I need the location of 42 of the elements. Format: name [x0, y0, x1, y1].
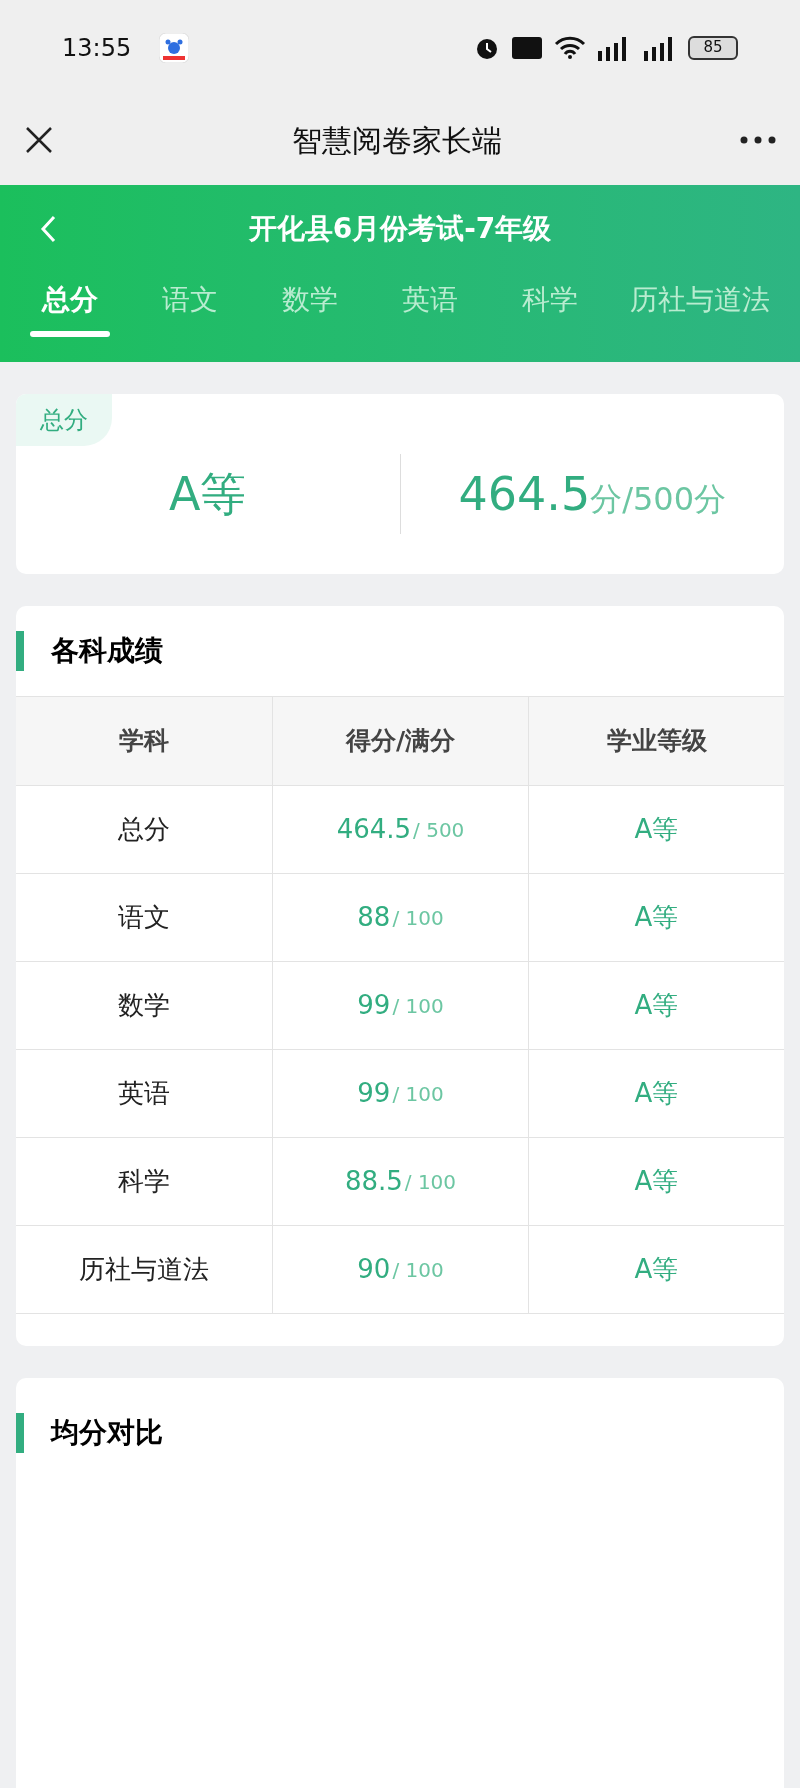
section-title: 均分对比 [51, 1415, 163, 1451]
table-cell: 99/ 100 [272, 1050, 528, 1137]
table-cell: A等 [528, 1138, 784, 1225]
column-header: 学业等级 [528, 697, 784, 785]
close-icon[interactable] [24, 125, 54, 155]
subject-tab[interactable]: 语文 [150, 279, 230, 337]
app-title: 智慧阅卷家长端 [292, 121, 502, 160]
table-cell-text: 英语 [117, 1077, 171, 1110]
table-cell: 90/ 100 [272, 1226, 528, 1313]
section-title: 各科成绩 [51, 633, 163, 669]
app-paw-icon [159, 32, 190, 63]
column-header: 学科 [118, 725, 170, 758]
table-cell: A等 [528, 874, 784, 961]
subject-tab[interactable]: 数学 [270, 279, 350, 337]
table-cell: 88/ 100 [272, 874, 528, 961]
column-header: 得分/满分 [272, 697, 528, 785]
table-cell: A等 [528, 962, 784, 1049]
total-score: 464.5分/500分 [458, 465, 727, 523]
table-cell: A等 [528, 1226, 784, 1313]
table-cell: A等 [528, 786, 784, 873]
table-cell-text: 数学 [117, 989, 171, 1022]
table-cell-text: 总分 [117, 813, 171, 846]
subject-tab[interactable]: 总分 [30, 279, 110, 337]
total-score-tag: 总分 [16, 394, 112, 446]
clock-time: 13:55 [62, 32, 132, 64]
accent-bar [16, 1413, 24, 1453]
accent-bar [16, 631, 24, 671]
subject-tab[interactable]: 历社与道法 [630, 279, 770, 337]
table-cell-text: 语文 [117, 901, 171, 934]
table-cell: 99/ 100 [272, 962, 528, 1049]
battery-indicator: 85 [688, 35, 738, 60]
subject-tab[interactable]: 科学 [510, 279, 590, 337]
table-cell: 88.5/ 100 [272, 1138, 528, 1225]
table-cell-text: 科学 [117, 1165, 171, 1198]
subject-tab[interactable]: 英语 [390, 279, 470, 337]
overall-grade: A等 [169, 465, 247, 523]
more-icon[interactable] [740, 136, 776, 144]
table-cell: A等 [528, 1050, 784, 1137]
table-cell: 464.5/ 500 [272, 786, 528, 873]
exam-title: 开化县6月份考试-7年级 [248, 211, 552, 247]
wifi-icon [554, 35, 586, 60]
table-cell-text: 历社与道法 [78, 1253, 210, 1286]
